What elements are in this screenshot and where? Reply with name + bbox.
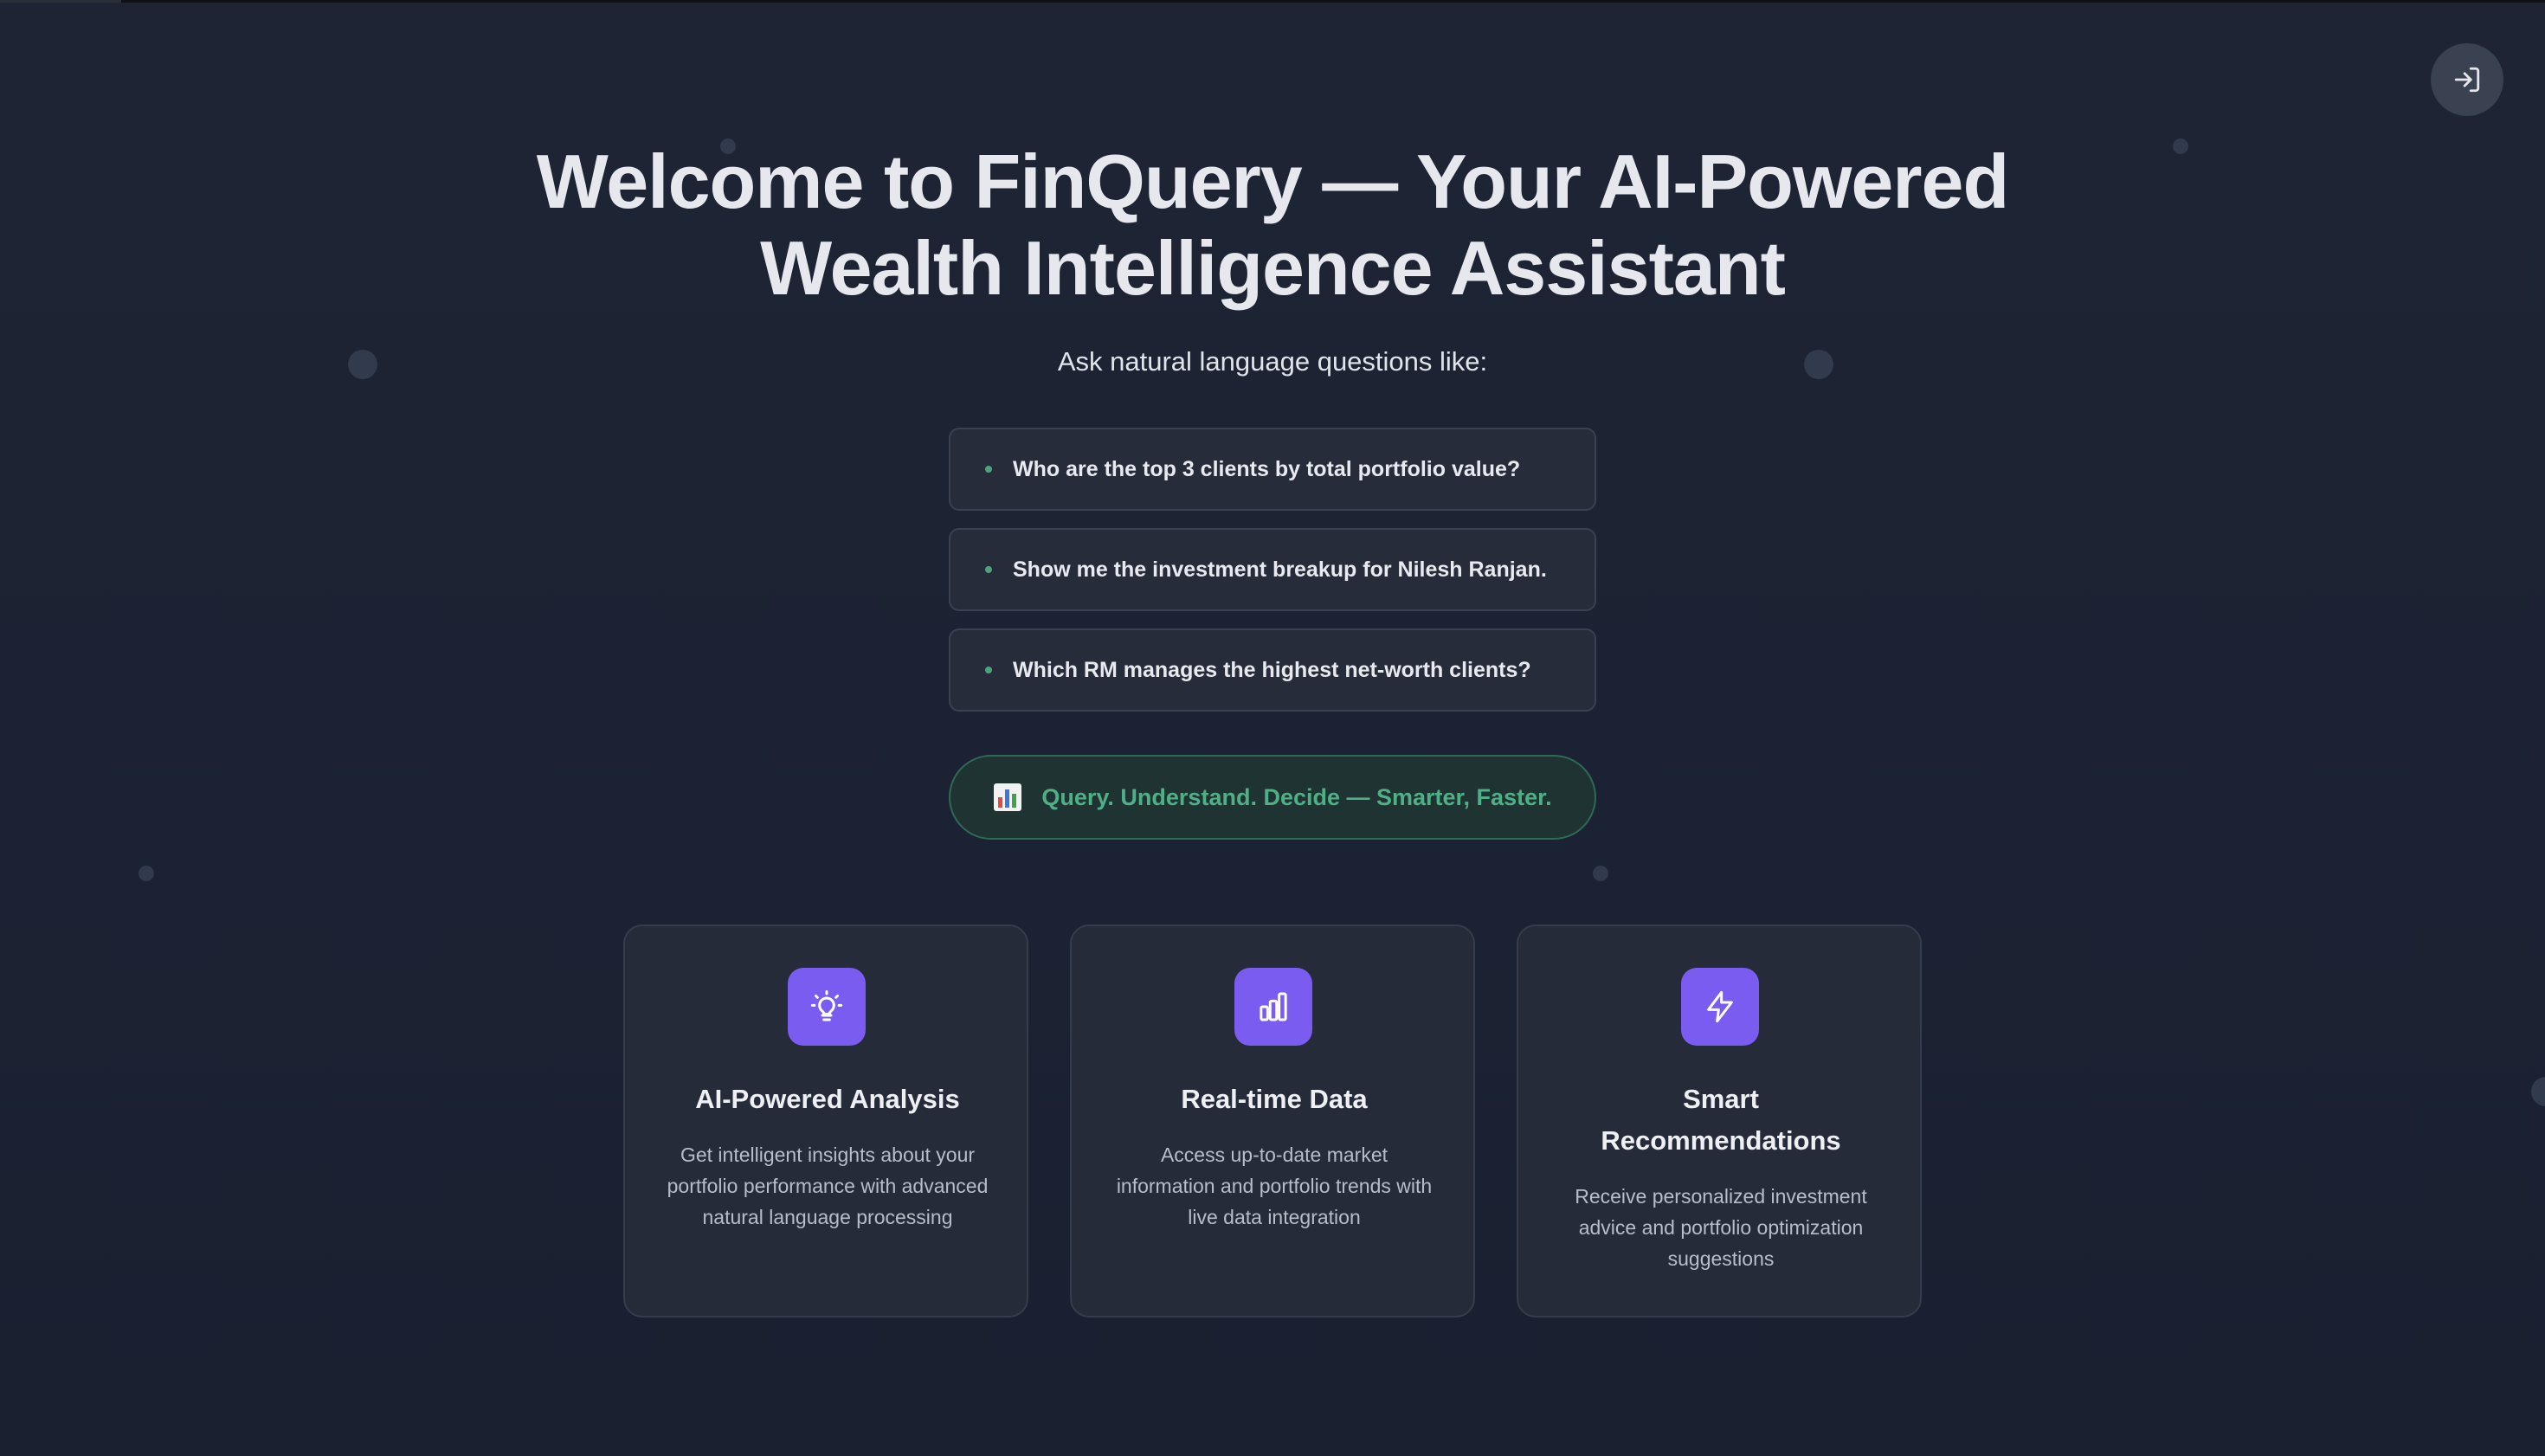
example-query-2[interactable]: Show me the investment breakup for Niles… — [949, 528, 1596, 611]
lightning-icon — [1681, 968, 1759, 1046]
feature-description: Get intelligent insights about your port… — [667, 1144, 989, 1228]
example-query-1[interactable]: Who are the top 3 clients by total portf… — [949, 428, 1596, 511]
background-dot — [2531, 1077, 2545, 1106]
background-dot — [1804, 350, 1833, 379]
example-query-text: Which RM manages the highest net-worth c… — [1013, 657, 1531, 682]
feature-title: Real-time Data — [1181, 1084, 1368, 1114]
background-dot — [139, 866, 154, 881]
page: Welcome to FinQuery — Your AI-Powered We… — [0, 0, 2545, 1456]
feature-title: AI-Powered Analysis — [695, 1084, 960, 1114]
feature-card-ai-analysis: AI-Powered Analysis Get intelligent insi… — [623, 924, 1028, 1317]
background-dot — [2173, 139, 2188, 154]
example-query-text: Show me the investment breakup for Niles… — [1013, 557, 1547, 582]
tagline-text: Query. Understand. Decide — Smarter, Fas… — [1041, 783, 1552, 810]
feature-title: Smart Recommendations — [1601, 1084, 1841, 1156]
example-query-text: Who are the top 3 clients by total portf… — [1013, 456, 1521, 481]
subtitle: Ask natural language questions like: — [1057, 346, 1488, 377]
title-line-2: Wealth Intelligence Assistant — [760, 225, 1786, 311]
feature-card-real-time-data: Real-time Data Access up-to-date market … — [1070, 924, 1475, 1317]
title-line-1: Welcome to FinQuery — Your AI-Powered — [536, 139, 2009, 224]
bullet-icon — [985, 667, 992, 673]
background-dot — [348, 350, 377, 379]
login-icon — [2454, 67, 2480, 93]
login-button[interactable] — [2431, 43, 2503, 116]
tagline-banner: Query. Understand. Decide — Smarter, Fas… — [949, 755, 1596, 840]
bar-chart-icon — [1234, 968, 1312, 1046]
page-title: Welcome to FinQuery — Your AI-Powered We… — [407, 139, 2138, 312]
lightbulb-icon — [788, 968, 866, 1046]
bullet-icon — [985, 566, 992, 573]
feature-description: Receive personalized investment advice a… — [1575, 1185, 1867, 1270]
window-top-bar — [0, 0, 2545, 3]
bar-chart-emoji-icon — [994, 783, 1022, 811]
background-dot — [1593, 866, 1608, 881]
bullet-icon — [985, 466, 992, 473]
example-query-3[interactable]: Which RM manages the highest net-worth c… — [949, 628, 1596, 712]
feature-card-smart-recommendations: Smart Recommendations Receive personaliz… — [1517, 924, 1922, 1317]
feature-description: Access up-to-date market information and… — [1116, 1144, 1433, 1228]
